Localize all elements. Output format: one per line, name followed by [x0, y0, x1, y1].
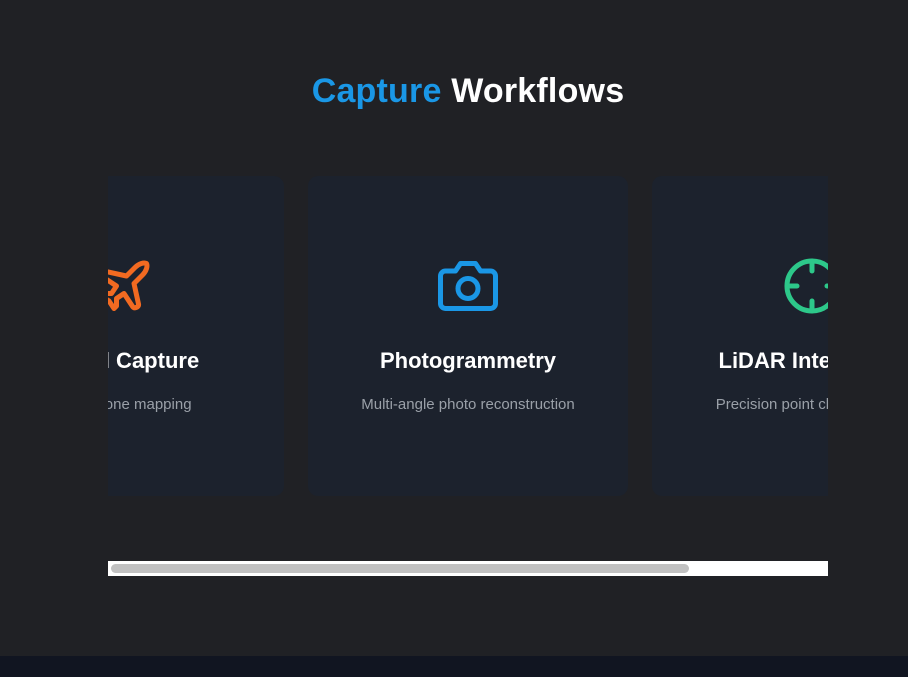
card-description: Multi-angle photo reconstruction: [361, 396, 575, 413]
scrollbar-thumb[interactable]: [111, 564, 689, 573]
section-title: Capture Workflows: [0, 72, 908, 111]
card-aerial-capture[interactable]: Aerial Capture Auto drone mapping: [108, 176, 284, 496]
horizontal-scrollbar[interactable]: [108, 561, 828, 576]
camera-icon: [438, 256, 498, 316]
card-lidar-integration[interactable]: LiDAR Integration Precision point cloud …: [652, 176, 828, 496]
airplane-icon: [108, 256, 154, 316]
section-title-rest: Workflows: [451, 72, 625, 110]
card-description: Auto drone mapping: [108, 396, 192, 413]
card-description: Precision point cloud capture: [715, 396, 828, 413]
card-title: Photogrammetry: [379, 348, 557, 373]
section-title-accent: Capture: [311, 72, 442, 110]
card-carousel[interactable]: Aerial Capture Auto drone mapping Photog…: [108, 176, 828, 496]
footer-bar: [0, 656, 908, 677]
crosshair-icon: [782, 256, 828, 316]
card-photogrammetry[interactable]: Photogrammetry Multi-angle photo reconst…: [308, 176, 628, 496]
page: Capture Workflows Aerial Capture Auto dr…: [0, 0, 908, 677]
card-title: Aerial Capture: [108, 348, 200, 373]
card-title: LiDAR Integration: [718, 348, 829, 373]
